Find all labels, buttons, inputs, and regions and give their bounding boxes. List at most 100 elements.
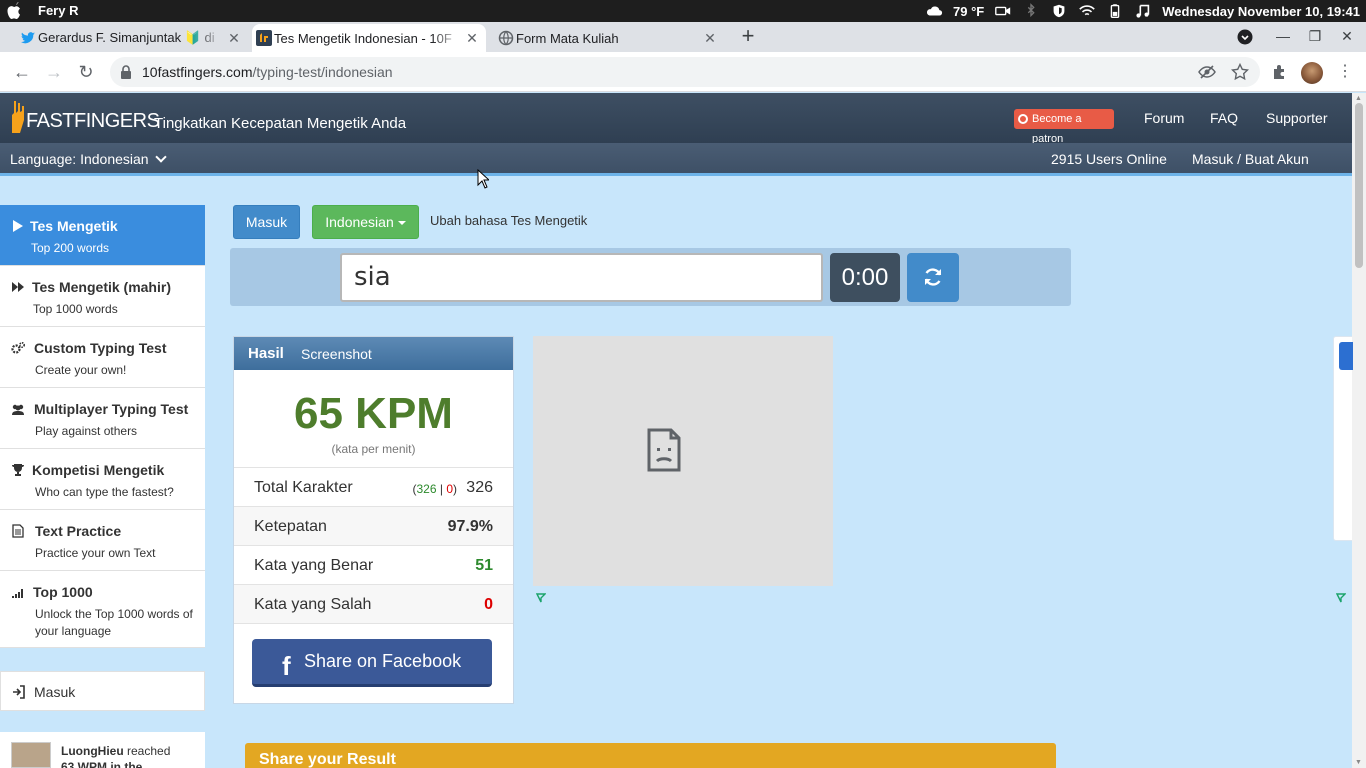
os-user-name[interactable]: Fery R: [38, 3, 78, 18]
reload-icon[interactable]: ↻: [75, 61, 97, 83]
tab-title-fade: [432, 24, 462, 52]
language-label: Language: Indonesian: [10, 151, 149, 167]
broken-page-icon: [647, 428, 681, 472]
scrollbar-thumb[interactable]: [1355, 103, 1363, 268]
stat-label: Kata yang Salah: [254, 596, 372, 613]
sidebar-login-button[interactable]: Masuk: [0, 671, 205, 711]
new-tab-plus-icon[interactable]: +: [738, 25, 758, 47]
sidebar-item-kompetisi[interactable]: Kompetisi Mengetik Who can type the fast…: [0, 449, 205, 510]
sidebar-item-tes-mengetik[interactable]: Tes Mengetik Top 200 words: [0, 205, 205, 266]
results-header: Hasil Screenshot: [234, 337, 513, 370]
sidebar-item-text-practice[interactable]: Text Practice Practice your own Text: [0, 510, 205, 571]
sidebar-item-title: Text Practice: [35, 523, 122, 539]
battery-icon[interactable]: [1106, 3, 1124, 19]
os-menu-bar: Fery R 79 °F Wednesday November 10, 19:4…: [0, 0, 1366, 22]
facebook-icon: f: [282, 651, 291, 681]
tab-results[interactable]: Hasil: [248, 345, 284, 362]
tab-form-mata-kuliah[interactable]: Form Mata Kuliah ✕: [494, 24, 724, 52]
close-window-icon[interactable]: ✕: [1338, 28, 1356, 45]
side-ad-widget[interactable]: [1333, 336, 1353, 541]
back-arrow-icon[interactable]: ←: [11, 61, 33, 83]
sidebar-item-subtitle: Top 1000 words: [33, 302, 118, 316]
change-language-hint: Ubah bahasa Tes Mengetik: [430, 213, 588, 228]
language-dropdown[interactable]: Language: Indonesian: [10, 151, 167, 167]
video-camera-icon[interactable]: [994, 3, 1012, 19]
wrong-keystrokes: 0: [446, 482, 453, 496]
stat-value: 51: [475, 557, 493, 574]
browser-menu-icon[interactable]: ⋮: [1334, 61, 1356, 83]
sidebar-item-title: Tes Mengetik: [30, 218, 118, 234]
tab-search-icon[interactable]: [1237, 29, 1253, 45]
typing-input[interactable]: sia: [340, 253, 823, 302]
wifi-icon[interactable]: [1078, 3, 1096, 19]
address-bar[interactable]: 10fastfingers.com/typing-test/indonesian: [110, 57, 1260, 87]
browser-toolbar: ← → ↻ 10fastfingers.com/typing-test/indo…: [0, 52, 1366, 92]
browser-tab-strip: Gerardus F. Simanjuntak 🔰 di ✕ Tes Menge…: [0, 22, 1366, 52]
forward-arrow-icon[interactable]: →: [43, 61, 65, 83]
login-button[interactable]: Masuk: [233, 205, 300, 239]
become-patron-button[interactable]: Become a patron: [1014, 109, 1114, 145]
sidebar-item-title: Multiplayer Typing Test: [34, 401, 189, 417]
lock-icon[interactable]: [120, 65, 132, 79]
nav-supporter-link[interactable]: Supporter: [1266, 110, 1327, 126]
mouse-cursor-icon: [477, 169, 489, 189]
profile-avatar[interactable]: [1301, 62, 1323, 84]
os-status-area: 79 °F Wednesday November 10, 19:41: [925, 0, 1360, 22]
music-note-icon[interactable]: [1134, 3, 1152, 19]
close-tab-icon[interactable]: ✕: [702, 30, 718, 46]
adchoices-icon[interactable]: [536, 593, 546, 603]
tab-typing-test[interactable]: Tes Mengetik Indonesian - 10F ✕: [252, 24, 486, 52]
page-scrollbar[interactable]: ▲ ▼: [1352, 93, 1366, 768]
sidebar-item-custom-typing-test[interactable]: Custom Typing Test Create your own!: [0, 327, 205, 388]
language-select-label: Indonesian: [325, 214, 394, 230]
user-avatar[interactable]: [11, 742, 51, 768]
sidebar-item-top-1000[interactable]: Top 1000 Unlock the Top 1000 words of yo…: [0, 571, 205, 648]
wpm-caption: (kata per menit): [331, 442, 416, 456]
weather-cloud-icon[interactable]: [925, 3, 943, 19]
language-select-button[interactable]: Indonesian: [312, 205, 419, 239]
close-tab-icon[interactable]: ✕: [464, 30, 480, 46]
os-clock[interactable]: Wednesday November 10, 19:41: [1162, 4, 1360, 19]
bluetooth-icon[interactable]: [1022, 3, 1040, 19]
url-text[interactable]: 10fastfingers.com/typing-test/indonesian: [142, 64, 393, 80]
nav-forum-link[interactable]: Forum: [1144, 110, 1184, 126]
patron-label: Become a patron: [1032, 113, 1082, 145]
users-online-count: 2915 Users Online: [1051, 151, 1167, 167]
site-logo[interactable]: 10 FASTFINGERS: [10, 98, 160, 138]
ad-placeholder[interactable]: [533, 336, 833, 586]
adchoices-icon[interactable]: [1336, 593, 1346, 603]
login-register-link[interactable]: Masuk / Buat Akun: [1192, 151, 1309, 167]
scroll-down-arrow-icon[interactable]: ▼: [1355, 759, 1362, 766]
stat-row-wrong-words: Kata yang Salah 0: [234, 584, 513, 623]
tab-title: Tes Mengetik Indonesian - 10F: [274, 30, 452, 46]
shield-icon[interactable]: [1050, 3, 1068, 19]
fast-forward-icon: [12, 282, 24, 292]
sidebar-item-title: Custom Typing Test: [34, 340, 167, 356]
sidebar-item-multiplayer[interactable]: Multiplayer Typing Test Play against oth…: [0, 388, 205, 449]
temperature[interactable]: 79 °F: [953, 4, 984, 19]
extensions-puzzle-icon[interactable]: [1271, 63, 1289, 81]
eye-slash-icon[interactable]: [1198, 64, 1216, 80]
activity-user[interactable]: LuongHieu: [61, 744, 124, 758]
sidebar-item-subtitle: Unlock the Top 1000 words of your langua…: [35, 607, 193, 638]
chevron-down-icon: [154, 151, 167, 163]
stat-label: Total Karakter: [254, 479, 353, 496]
scroll-up-arrow-icon[interactable]: ▲: [1355, 95, 1362, 102]
nav-faq-link[interactable]: FAQ: [1210, 110, 1238, 126]
bookmark-star-icon[interactable]: [1231, 63, 1249, 81]
sidebar-item-tes-mengetik-mahir[interactable]: Tes Mengetik (mahir) Top 1000 words: [0, 266, 205, 327]
restore-window-icon[interactable]: ❐: [1306, 28, 1324, 45]
tab-twitter[interactable]: Gerardus F. Simanjuntak 🔰 di ✕: [16, 24, 248, 52]
sidebar-item-title: Tes Mengetik (mahir): [32, 279, 171, 295]
activity-verb: reached: [127, 744, 171, 758]
play-icon: [13, 220, 23, 232]
minimize-window-icon[interactable]: —: [1274, 28, 1292, 44]
close-tab-icon[interactable]: ✕: [226, 30, 242, 46]
apple-icon[interactable]: [6, 2, 22, 20]
stat-label: Ketepatan: [254, 518, 327, 535]
wpm-score: 65 KPM: [294, 389, 453, 438]
sidebar-item-subtitle: Top 200 words: [31, 241, 110, 255]
tab-screenshot[interactable]: Screenshot: [301, 346, 372, 362]
share-facebook-button[interactable]: f Share on Facebook: [252, 639, 492, 687]
restart-test-button[interactable]: [907, 253, 959, 302]
